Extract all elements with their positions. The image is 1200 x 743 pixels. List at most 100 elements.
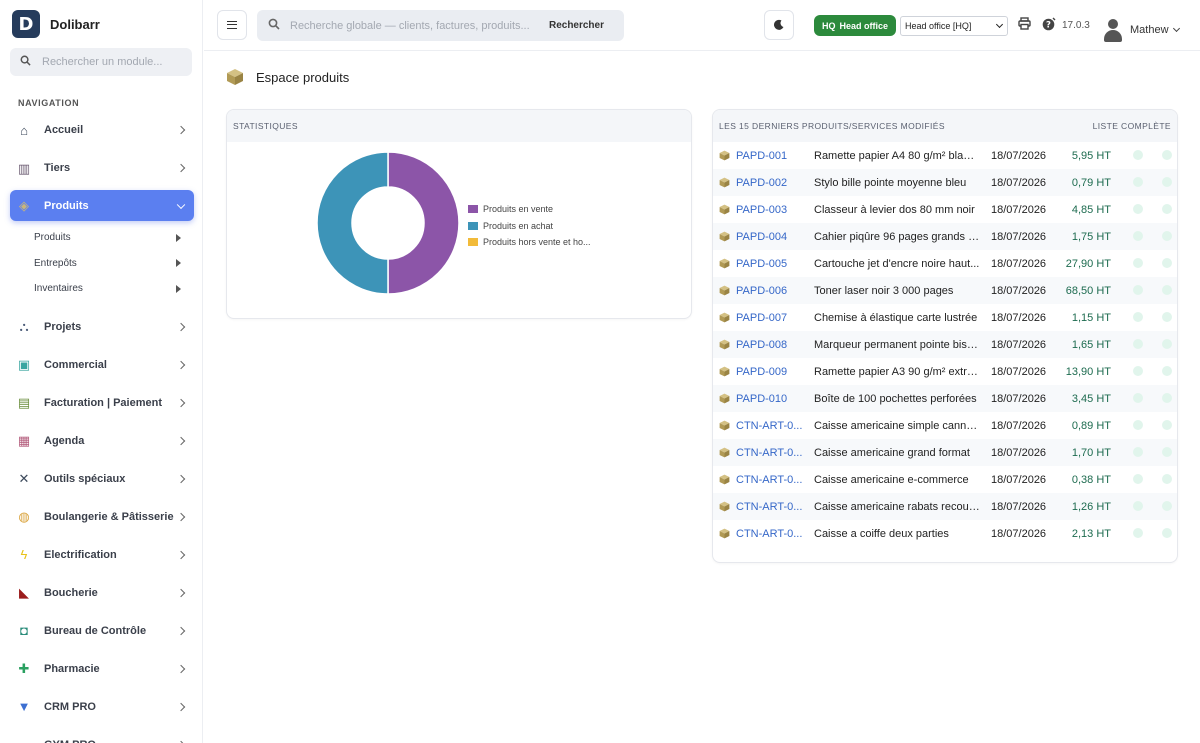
legend-item[interactable]: Produits hors vente et ho... bbox=[468, 234, 591, 251]
sidebar-subitem-label: Inventaires bbox=[34, 283, 83, 295]
sidebar-item-agenda[interactable]: ▦ Agenda bbox=[10, 422, 194, 460]
purchase-status-icon bbox=[1162, 393, 1172, 403]
entity-select[interactable]: Head office [HQ] bbox=[900, 16, 1008, 36]
sidebar-item-projets[interactable]: ⛬ Projets bbox=[10, 308, 194, 346]
purchase-status-icon bbox=[1162, 501, 1172, 511]
product-ref-link[interactable]: PAPD-010 bbox=[736, 393, 806, 405]
sidebar-item-crm-pro[interactable]: ▼ CRM PRO bbox=[10, 688, 194, 726]
dark-mode-toggle[interactable] bbox=[764, 10, 794, 40]
meat-icon: ◣ bbox=[19, 585, 29, 600]
pie-slice-1[interactable] bbox=[387, 151, 460, 295]
product-ref-link[interactable]: PAPD-002 bbox=[736, 177, 806, 189]
product-date: 18/07/2026 bbox=[991, 527, 1047, 540]
product-price: 0,89 HT bbox=[1071, 419, 1111, 432]
product-ref-link[interactable]: PAPD-001 bbox=[736, 150, 806, 162]
sidebar-item-outils-sp-ciaux[interactable]: ✕ Outils spéciaux bbox=[10, 460, 194, 498]
chart-legend: Produits en vente Produits en achat Produi… bbox=[468, 201, 591, 251]
nav-menu: ⌂ Accueil ▥ Tiers ◈ Produits Produits Entrepôts… bbox=[10, 111, 194, 743]
table-row: PAPD-006 Toner laser noir 3 000 pages 18/0… bbox=[713, 277, 1177, 304]
product-price: 5,95 HT bbox=[1071, 149, 1111, 162]
product-label: Marqueur permanent pointe bise... bbox=[814, 338, 980, 351]
product-price: 27,90 HT bbox=[1065, 257, 1111, 270]
sidebar-item-label: Pharmacie bbox=[44, 662, 100, 675]
print-button[interactable] bbox=[1018, 17, 1031, 33]
legend-item[interactable]: Produits en vente bbox=[468, 201, 591, 218]
sidebar-item-bureau-de-contr-le[interactable]: ◘ Bureau de Contrôle bbox=[10, 612, 194, 650]
product-ref-link[interactable]: PAPD-008 bbox=[736, 339, 806, 351]
sidebar-item-label: GYM PRO bbox=[44, 739, 96, 743]
product-label: Caisse americaine grand format bbox=[814, 446, 970, 459]
product-label: Toner laser noir 3 000 pages bbox=[814, 284, 954, 297]
purchase-status-icon bbox=[1162, 420, 1172, 430]
product-date: 18/07/2026 bbox=[991, 392, 1047, 405]
sidebar-item-boucherie[interactable]: ◣ Boucherie bbox=[10, 574, 194, 612]
entity-badge[interactable]: HQ Head office bbox=[814, 15, 897, 36]
product-ref-link[interactable]: PAPD-007 bbox=[736, 312, 806, 324]
module-search-input[interactable] bbox=[42, 56, 182, 68]
table-row: CTN-ART-0... Caisse americaine e-commerce… bbox=[713, 466, 1177, 493]
sidebar-item-accueil[interactable]: ⌂ Accueil bbox=[10, 111, 194, 149]
purchase-status-icon bbox=[1162, 528, 1172, 538]
product-ref-link[interactable]: CTN-ART-0... bbox=[736, 420, 806, 432]
purchase-status-icon bbox=[1162, 231, 1172, 241]
product-ref-link[interactable]: CTN-ART-0... bbox=[736, 474, 806, 486]
purchase-status-icon bbox=[1162, 447, 1172, 457]
table-row: PAPD-002 Stylo bille pointe moyenne bleu 1… bbox=[713, 169, 1177, 196]
sidebar-subitem-produits[interactable]: Produits bbox=[10, 225, 194, 251]
latest-products-table: PAPD-001 Ramette papier A4 80 g/m² blanc.… bbox=[713, 142, 1177, 547]
product-date: 18/07/2026 bbox=[991, 257, 1047, 270]
legend-item[interactable]: Produits en achat bbox=[468, 218, 591, 235]
tools-icon: ✕ bbox=[18, 471, 30, 486]
chevron-right-icon bbox=[176, 550, 186, 559]
avatar bbox=[1102, 18, 1124, 42]
sidebar-item-produits[interactable]: ◈ Produits bbox=[10, 190, 194, 221]
full-list-link[interactable]: LISTE COMPLÈTE bbox=[1093, 121, 1171, 131]
product-ref-link[interactable]: CTN-ART-0... bbox=[736, 528, 806, 540]
table-row: CTN-ART-0... Caisse americaine simple can… bbox=[713, 412, 1177, 439]
purchase-status-icon bbox=[1162, 366, 1172, 376]
product-ref-link[interactable]: PAPD-005 bbox=[736, 258, 806, 270]
product-ref-link[interactable]: PAPD-003 bbox=[736, 204, 806, 216]
help-button[interactable]: ? bbox=[1042, 17, 1056, 34]
sidebar-item-label: Electrification bbox=[44, 548, 117, 561]
sidebar-item-label: Commercial bbox=[44, 358, 107, 371]
sidebar-item-tiers[interactable]: ▥ Tiers bbox=[10, 149, 194, 187]
product-ref-link[interactable]: PAPD-004 bbox=[736, 231, 806, 243]
product-price: 1,15 HT bbox=[1071, 311, 1111, 324]
product-ref-link[interactable]: PAPD-006 bbox=[736, 285, 806, 297]
brand[interactable]: D Dolibarr bbox=[12, 10, 100, 38]
sidebar-item-gym-pro[interactable]: ⊷ GYM PRO bbox=[10, 726, 194, 743]
sidebar-subitem-entrep-ts[interactable]: Entrepôts bbox=[10, 251, 194, 277]
sale-status-icon bbox=[1133, 447, 1143, 457]
sidebar-item-pharmacie[interactable]: ✚ Pharmacie bbox=[10, 650, 194, 688]
product-ref-link[interactable]: PAPD-009 bbox=[736, 366, 806, 378]
sidebar-item-facturation-paiement[interactable]: ▤ Facturation | Paiement bbox=[10, 384, 194, 422]
product-price: 13,90 HT bbox=[1065, 365, 1111, 378]
user-menu[interactable]: Mathew bbox=[1102, 18, 1180, 42]
product-price: 68,50 HT bbox=[1065, 284, 1111, 297]
sale-status-icon bbox=[1133, 177, 1143, 187]
product-ref-link[interactable]: CTN-ART-0... bbox=[736, 501, 806, 513]
product-price: 0,79 HT bbox=[1071, 176, 1111, 189]
chevron-right-icon bbox=[176, 360, 186, 369]
hamburger-icon bbox=[227, 21, 237, 29]
product-ref-link[interactable]: CTN-ART-0... bbox=[736, 447, 806, 459]
search-button[interactable]: Rechercher bbox=[549, 20, 604, 31]
sale-status-icon bbox=[1133, 366, 1143, 376]
global-search-input[interactable] bbox=[290, 19, 530, 32]
sidebar-item-boulangerie-p-tisserie[interactable]: ◍ Boulangerie & Pâtisserie bbox=[10, 498, 194, 536]
legend-swatch bbox=[468, 221, 478, 230]
menu-toggle-button[interactable] bbox=[217, 10, 247, 40]
sidebar-item-commercial[interactable]: ▣ Commercial bbox=[10, 346, 194, 384]
product-date: 18/07/2026 bbox=[991, 365, 1047, 378]
sidebar-item-label: Projets bbox=[44, 320, 82, 333]
products-pie-chart bbox=[316, 151, 460, 295]
sidebar-subitem-inventaires[interactable]: Inventaires bbox=[10, 276, 194, 302]
purchase-status-icon bbox=[1162, 474, 1172, 484]
chevron-right-icon bbox=[176, 436, 186, 445]
briefcase-icon: ▣ bbox=[17, 357, 31, 372]
sidebar-subitem-label: Produits bbox=[34, 232, 71, 244]
sidebar-item-electrification[interactable]: ϟ Electrification bbox=[10, 536, 194, 574]
pie-slice-2[interactable] bbox=[316, 151, 389, 295]
product-icon bbox=[719, 501, 730, 512]
